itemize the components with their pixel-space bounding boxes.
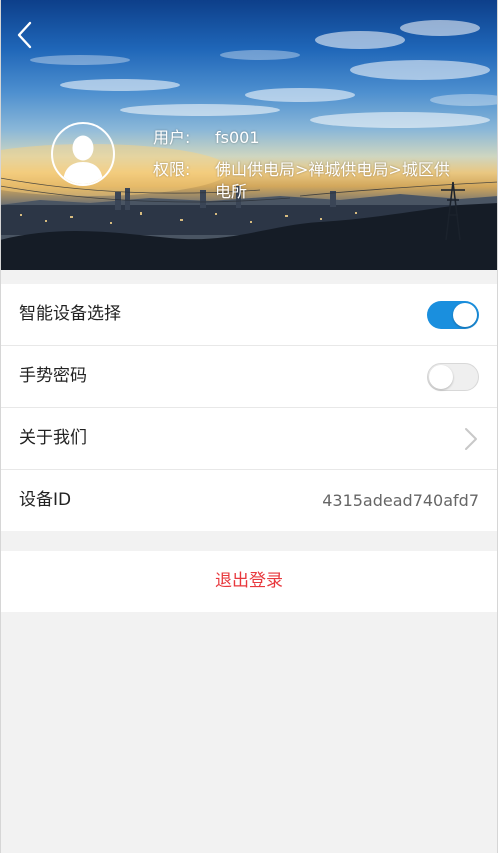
chevron-left-icon — [17, 21, 32, 49]
smart-device-select-toggle[interactable] — [427, 301, 479, 329]
user-label: 用户: — [153, 128, 191, 147]
settings-screen: 用户: fs001 权限: 佛山供电局>禅城供电局>城区供电所 智能设备选择 手… — [0, 0, 498, 853]
about-us-label: 关于我们 — [19, 428, 87, 448]
user-value: fs001 — [215, 128, 260, 147]
user-avatar — [51, 122, 115, 186]
device-id-value: 4315adead740afd7 — [322, 491, 479, 510]
logout-button[interactable]: 退出登录 — [0, 551, 498, 612]
back-button[interactable] — [10, 18, 40, 52]
permission-label: 权限: — [153, 160, 191, 179]
gesture-password-toggle[interactable] — [427, 363, 479, 391]
chevron-right-icon — [465, 428, 477, 450]
profile-header: 用户: fs001 权限: 佛山供电局>禅城供电局>城区供电所 — [0, 0, 498, 270]
toggle-knob — [429, 365, 453, 389]
gesture-password-label: 手势密码 — [19, 366, 87, 386]
device-id-label: 设备ID — [19, 490, 72, 510]
settings-list: 智能设备选择 手势密码 关于我们 设备ID 4315adead740afd7 — [0, 284, 498, 531]
smart-device-select-row[interactable]: 智能设备选择 — [0, 284, 498, 346]
toggle-knob — [453, 303, 477, 327]
user-avatar-icon — [63, 135, 103, 184]
permission-value: 佛山供电局>禅城供电局>城区供电所 — [215, 160, 450, 201]
about-us-row[interactable]: 关于我们 — [0, 408, 498, 470]
gesture-password-row[interactable]: 手势密码 — [0, 346, 498, 408]
device-id-row: 设备ID 4315adead740afd7 — [0, 470, 498, 531]
left-border — [0, 0, 1, 853]
smart-device-select-label: 智能设备选择 — [19, 304, 121, 324]
